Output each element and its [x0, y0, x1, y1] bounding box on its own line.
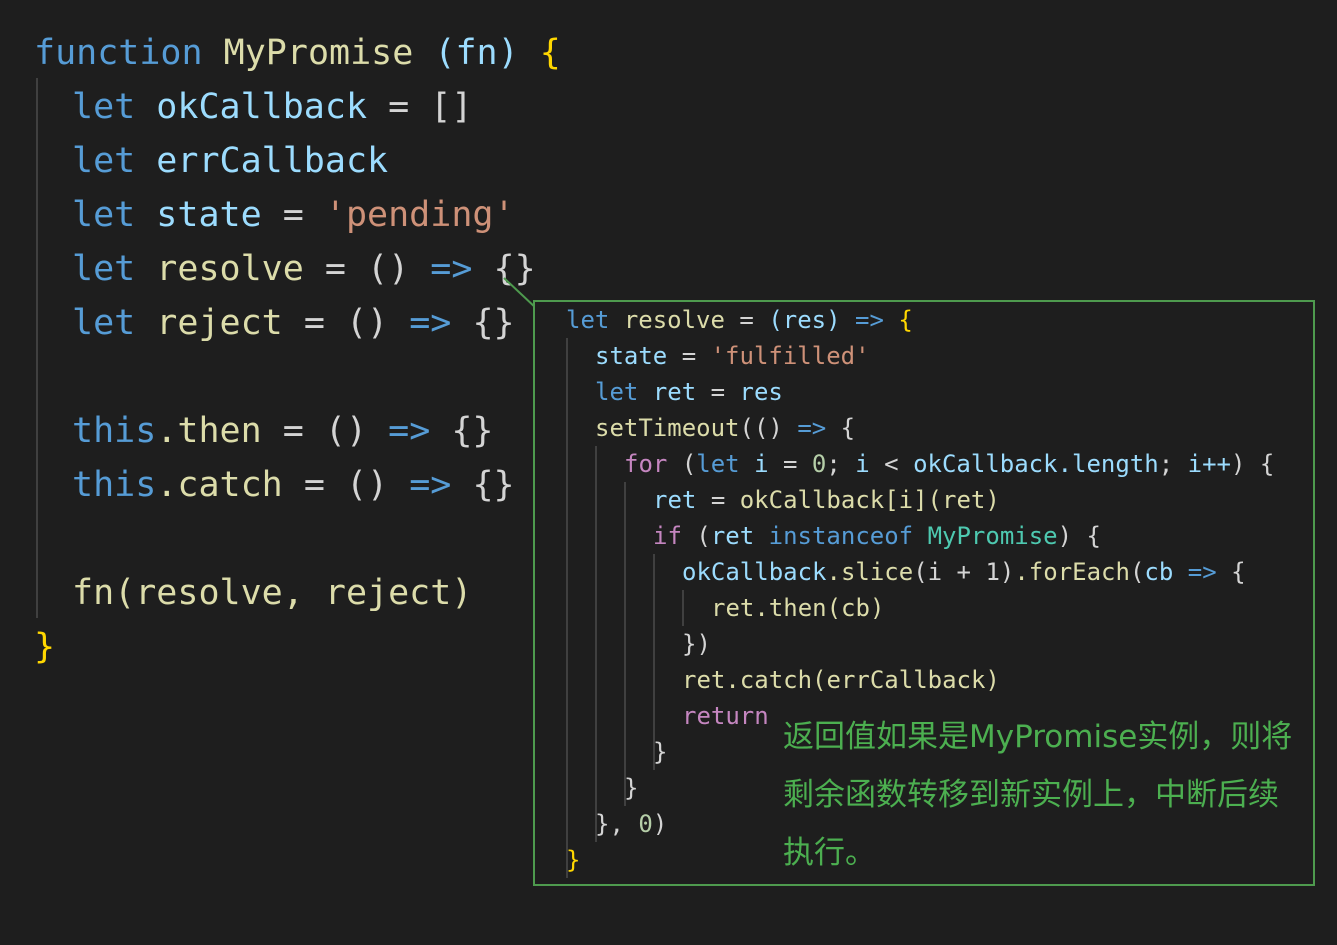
- indent-guide: [566, 338, 568, 878]
- indent-guide: [595, 446, 597, 842]
- indent-guide: [624, 482, 626, 806]
- token-property: .length: [1057, 450, 1159, 478]
- token-brace: }: [566, 846, 581, 874]
- token-expression: ret.then(cb): [711, 594, 885, 622]
- popup-line-11: ret.catch(errCallback): [682, 662, 1000, 698]
- token-operator: <: [884, 450, 899, 478]
- token-variable: i++: [1187, 450, 1231, 478]
- token-keyword: instanceof: [768, 522, 914, 550]
- token-semicolon: ;: [826, 450, 841, 478]
- token-punctuation: },: [595, 810, 624, 838]
- token-semicolon: ;: [1158, 450, 1174, 478]
- token-brace: {: [1231, 558, 1246, 586]
- token-keyword: let: [566, 306, 610, 334]
- token-operator: =: [782, 450, 798, 478]
- token-number: 0: [638, 810, 653, 838]
- token-param: cb: [1144, 558, 1174, 586]
- token-paren: (: [696, 522, 711, 550]
- code-editor[interactable]: function MyPromise (fn) { let okCallback…: [0, 0, 1337, 945]
- token-keyword: return: [682, 702, 769, 730]
- popup-line-4: setTimeout(() => {: [595, 410, 855, 446]
- popup-line-1: let resolve = (res) => {: [566, 302, 913, 338]
- token-variable: okCallback: [913, 450, 1058, 478]
- indent-guide: [682, 590, 684, 626]
- token-function-call: setTimeout: [595, 414, 740, 442]
- popup-line-12: return: [682, 698, 769, 734]
- token-variable: i: [855, 450, 870, 478]
- token-arrow: =>: [855, 306, 884, 334]
- token-number: 0: [811, 450, 827, 478]
- token-brace: {: [1086, 522, 1101, 550]
- token-operator: =: [710, 378, 726, 406]
- token-arrow: =>: [797, 414, 827, 442]
- token-function-name: resolve: [623, 306, 725, 334]
- popup-line-5: for (let i = 0; i < okCallback.length; i…: [624, 446, 1274, 482]
- token-brace: }: [624, 774, 639, 802]
- popup-line-16: }: [566, 842, 580, 878]
- token-variable: okCallback: [682, 558, 827, 586]
- token-expression: ret.catch(errCallback): [682, 666, 1000, 694]
- token-paren: ((: [739, 414, 769, 442]
- token-paren: (: [1129, 558, 1145, 586]
- popup-line-3: let ret = res: [595, 374, 783, 410]
- token-punctuation: }): [682, 630, 711, 658]
- token-brace: {: [840, 414, 856, 442]
- token-paren: ): [1230, 450, 1246, 478]
- token-arrow: =>: [1187, 558, 1217, 586]
- token-variable: state: [595, 342, 668, 370]
- token-operator: =: [739, 306, 754, 334]
- popup-line-14: }: [624, 770, 638, 806]
- popup-line-8: okCallback.slice(i + 1).forEach(cb => {: [682, 554, 1246, 590]
- token-keyword: let: [595, 378, 639, 406]
- token-variable: ret: [710, 522, 755, 550]
- token-operator: =: [710, 486, 726, 514]
- token-type: MyPromise: [927, 522, 1058, 550]
- token-variable: res: [739, 378, 783, 406]
- popup-line-7: if (ret instanceof MyPromise) {: [653, 518, 1101, 554]
- token-variable: ret: [652, 378, 697, 406]
- token-paren: ): [768, 414, 783, 442]
- token-params: (res): [768, 306, 841, 334]
- popup-line-10: }): [682, 626, 711, 662]
- popup-line-6: ret = okCallback[i](ret): [653, 482, 1000, 518]
- popup-line-9: ret.then(cb): [711, 590, 884, 626]
- token-keyword: for: [624, 450, 668, 478]
- token-paren: ): [1057, 522, 1073, 550]
- token-keyword: if: [653, 522, 682, 550]
- token-string: 'fulfilled': [710, 342, 870, 370]
- popup-line-2: state = 'fulfilled': [595, 338, 870, 374]
- token-method: .forEach: [1014, 558, 1130, 586]
- token-brace: {: [1259, 450, 1275, 478]
- popup-line-13: }: [653, 734, 667, 770]
- token-method: .slice: [826, 558, 914, 586]
- token-brace: }: [653, 738, 668, 766]
- token-args: (i + 1): [913, 558, 1015, 586]
- token-expression: okCallback[i](ret): [739, 486, 1000, 514]
- token-paren: (: [681, 450, 697, 478]
- token-variable: i: [754, 450, 769, 478]
- token-brace: {: [898, 306, 913, 334]
- popup-line-15: }, 0): [595, 806, 667, 842]
- token-paren: ): [652, 810, 668, 838]
- token-keyword: let: [696, 450, 740, 478]
- token-variable: ret: [653, 486, 697, 514]
- token-operator: =: [681, 342, 697, 370]
- annotation-note: 返回值如果是MyPromise实例，则将剩余函数转移到新实例上，中断后续执行。: [783, 719, 1293, 871]
